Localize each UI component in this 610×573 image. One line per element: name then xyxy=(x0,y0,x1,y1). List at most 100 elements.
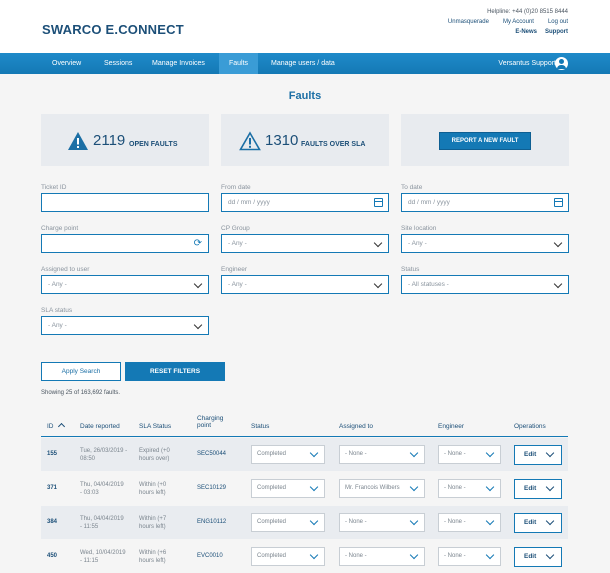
row-assigned-select[interactable]: - None - xyxy=(339,445,425,464)
apply-search-button[interactable]: Apply Search xyxy=(41,362,121,381)
row-engineer-select[interactable]: - None - xyxy=(438,479,501,498)
nav-overview[interactable]: Overview xyxy=(42,53,91,74)
site-location-select[interactable]: - Any - xyxy=(401,234,569,253)
row-assigned-select[interactable]: Mr. Francois Wilbers xyxy=(339,479,425,498)
chevron-down-icon xyxy=(485,550,495,560)
row-edit-button[interactable]: Edit xyxy=(514,513,562,533)
open-faults-count: 2119 xyxy=(93,132,126,149)
row-charge-point[interactable]: EVC0010 xyxy=(197,552,223,560)
user-name[interactable]: Versantus Support xyxy=(498,53,556,74)
col-sla-header[interactable]: SLA Status xyxy=(139,423,171,430)
chevron-down-icon xyxy=(553,279,563,289)
assigned-user-value: - Any - xyxy=(48,281,67,288)
charge-point-input[interactable]: ⟳ xyxy=(41,234,209,253)
row-engineer-select[interactable]: - None - xyxy=(438,547,501,566)
row-status-select[interactable]: Completed xyxy=(251,513,325,532)
nav-manage-invoices[interactable]: Manage Invoices xyxy=(142,53,215,74)
col-cp-header[interactable]: Charging point xyxy=(197,415,223,429)
row-engineer-value: - None - xyxy=(444,519,466,525)
site-location-value: - Any - xyxy=(408,240,427,247)
ticket-id-input[interactable] xyxy=(41,193,209,212)
row-status-value: Completed xyxy=(257,485,287,491)
brand-logo[interactable]: SWARCO E.CONNECT xyxy=(42,22,184,37)
row-engineer-value: - None - xyxy=(444,451,466,457)
chevron-down-icon[interactable] xyxy=(545,516,555,526)
nav-faults[interactable]: Faults xyxy=(219,53,259,74)
row-charge-point[interactable]: SEC50044 xyxy=(197,450,226,458)
status-label: Status xyxy=(401,266,420,273)
col-assigned-header[interactable]: Assigned to xyxy=(339,423,373,430)
row-sla-line2: hours left) xyxy=(139,490,166,496)
reset-filters-button[interactable]: RESET FILTERS xyxy=(125,362,225,381)
row-id[interactable]: 450 xyxy=(47,552,57,560)
assigned-user-select[interactable]: - Any - xyxy=(41,275,209,294)
from-date-input[interactable]: dd / mm / yyyy xyxy=(221,193,389,212)
row-status-select[interactable]: Completed xyxy=(251,479,325,498)
row-assigned-value: - None - xyxy=(345,451,367,457)
chevron-down-icon xyxy=(409,516,419,526)
site-location-label: Site location xyxy=(401,225,437,232)
ticket-id-label: Ticket ID xyxy=(41,184,67,191)
logout-link[interactable]: Log out xyxy=(548,19,568,25)
col-cp-label-1: Charging xyxy=(197,415,224,422)
chevron-down-icon xyxy=(485,482,495,492)
main-nav: Overview Sessions Manage Invoices Faults… xyxy=(0,53,610,74)
row-edit-button[interactable]: Edit xyxy=(514,479,562,499)
to-date-placeholder: dd / mm / yyyy xyxy=(408,199,450,206)
chevron-down-icon xyxy=(193,279,203,289)
row-assigned-select[interactable]: - None - xyxy=(339,513,425,532)
avatar-icon[interactable] xyxy=(555,57,568,70)
row-status-select[interactable]: Completed xyxy=(251,547,325,566)
engineer-select[interactable]: - Any - xyxy=(221,275,389,294)
unmasquerade-link[interactable]: Unmasquerade xyxy=(448,19,489,25)
table-header-divider xyxy=(41,436,568,437)
row-charge-point[interactable]: SEC10129 xyxy=(197,484,226,492)
calendar-icon[interactable] xyxy=(374,198,383,207)
chevron-down-icon[interactable] xyxy=(545,482,555,492)
col-status-header[interactable]: Status xyxy=(251,423,269,430)
cp-group-select[interactable]: - Any - xyxy=(221,234,389,253)
row-status-select[interactable]: Completed xyxy=(251,445,325,464)
sla-status-select[interactable]: - Any - xyxy=(41,316,209,335)
row-id[interactable]: 371 xyxy=(47,484,57,492)
refresh-icon[interactable]: ⟳ xyxy=(194,239,202,249)
col-date-header[interactable]: Date reported xyxy=(80,423,120,430)
chevron-down-icon xyxy=(373,238,383,248)
enews-link[interactable]: E-News xyxy=(515,29,537,35)
row-date: Tue, 26/03/2019 - 08:50 xyxy=(80,447,127,463)
row-sla-line2: hours left) xyxy=(139,524,166,530)
nav-sessions[interactable]: Sessions xyxy=(94,53,142,74)
row-id[interactable]: 384 xyxy=(47,518,57,526)
support-link[interactable]: Support xyxy=(545,29,568,35)
chevron-down-icon xyxy=(409,448,419,458)
table-row: 450 Wed, 10/04/2019 - 11:15 Within (+6 hou… xyxy=(41,540,568,573)
row-status-value: Completed xyxy=(257,519,287,525)
account-links: Unmasquerade My Account Log out xyxy=(448,19,568,25)
cp-group-label: CP Group xyxy=(221,225,250,232)
row-engineer-select[interactable]: - None - xyxy=(438,513,501,532)
col-id-header[interactable]: ID xyxy=(47,422,66,431)
report-new-fault-button[interactable]: REPORT A NEW FAULT xyxy=(439,132,531,150)
calendar-icon[interactable] xyxy=(554,198,563,207)
row-assigned-value: Mr. Francois Wilbers xyxy=(345,485,400,491)
row-assigned-select[interactable]: - None - xyxy=(339,547,425,566)
chevron-down-icon[interactable] xyxy=(545,550,555,560)
sla-faults-card: 1310 FAULTS OVER SLA xyxy=(221,114,389,166)
sla-faults-label: FAULTS OVER SLA xyxy=(301,141,366,148)
my-account-link[interactable]: My Account xyxy=(503,19,534,25)
row-edit-button[interactable]: Edit xyxy=(514,445,562,465)
row-engineer-value: - None - xyxy=(444,553,466,559)
sla-status-label: SLA status xyxy=(41,307,73,314)
chevron-down-icon[interactable] xyxy=(545,448,555,458)
engineer-value: - Any - xyxy=(228,281,247,288)
row-id[interactable]: 155 xyxy=(47,450,57,458)
to-date-label: To date xyxy=(401,184,423,191)
row-edit-button[interactable]: Edit xyxy=(514,547,562,567)
nav-manage-users[interactable]: Manage users / data xyxy=(261,53,345,74)
col-engineer-header[interactable]: Engineer xyxy=(438,423,464,430)
sort-up-icon[interactable] xyxy=(58,422,66,431)
to-date-input[interactable]: dd / mm / yyyy xyxy=(401,193,569,212)
row-charge-point[interactable]: ENG10112 xyxy=(197,518,226,526)
row-engineer-select[interactable]: - None - xyxy=(438,445,501,464)
status-select[interactable]: - All statuses - xyxy=(401,275,569,294)
